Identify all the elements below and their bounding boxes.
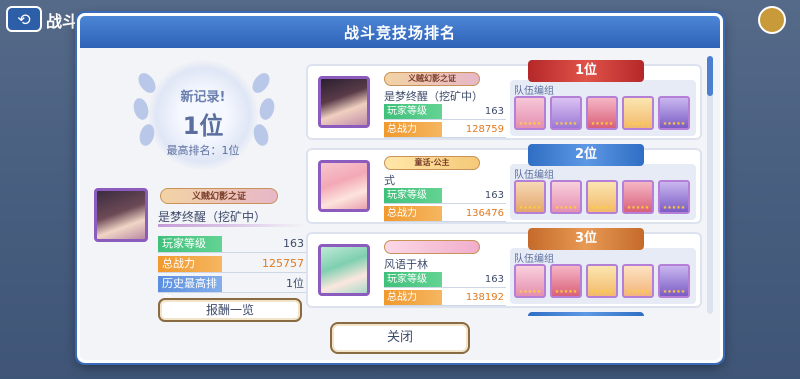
best-rank: 最高排名：1位 xyxy=(166,144,240,157)
unit-portrait[interactable]: ★★★★★ xyxy=(586,180,618,214)
title-badge xyxy=(384,240,480,254)
rank-ribbon: 1位 xyxy=(528,60,644,82)
power-label: 总战力 xyxy=(384,122,442,137)
level-label: 玩家等级 xyxy=(384,104,442,119)
name-underline xyxy=(158,224,306,227)
level-value: 163 xyxy=(484,106,504,117)
power-row: 总战力 136476 xyxy=(384,206,506,222)
unit-portrait[interactable]: ★★★★★ xyxy=(658,264,690,298)
dialog-title: 战斗竞技场排名 xyxy=(80,16,720,48)
my-avatar xyxy=(94,188,148,242)
unit-portrait[interactable]: ★★★★★ xyxy=(658,96,690,130)
my-level-row: 玩家等级 163 xyxy=(158,236,306,253)
power-value: 128759 xyxy=(465,124,504,135)
reward-list-button[interactable]: 报酬一览 xyxy=(158,298,302,322)
unit-portrait[interactable]: ★★★★★ xyxy=(622,264,654,298)
close-button[interactable]: 关闭 xyxy=(330,322,470,354)
menu-button[interactable] xyxy=(758,6,786,34)
unit-portrait[interactable]: ★★★★★ xyxy=(586,264,618,298)
current-rank: 1位 xyxy=(182,112,224,140)
ranking-list[interactable]: 义贼幻影之证 是梦终醒（挖矿中） 玩家等级 163 总战力 128759 队伍编… xyxy=(306,54,702,316)
power-row: 总战力 128759 xyxy=(384,122,506,138)
level-label: 玩家等级 xyxy=(384,272,442,287)
unit-portrait[interactable]: ★★★★★ xyxy=(622,96,654,130)
unit-portrait[interactable]: ★★★★★ xyxy=(550,96,582,130)
team-lineup: 队伍编组 ★★★★★ ★★★★★ ★★★★★ ★★★★★ ★★★★★ xyxy=(510,164,696,220)
my-title-badge: 义贼幻影之证 xyxy=(160,188,278,204)
power-label: 总战力 xyxy=(384,206,442,221)
player-name: 式 xyxy=(384,174,395,187)
level-label: 玩家等级 xyxy=(158,236,222,252)
unit-portrait[interactable]: ★★★★★ xyxy=(622,180,654,214)
level-value: 163 xyxy=(484,274,504,285)
level-label: 玩家等级 xyxy=(384,188,442,203)
my-history-row: 历史最高排名 1位 xyxy=(158,276,306,306)
power-row: 总战力 138192 xyxy=(384,290,506,306)
my-player-name: 是梦终醒（挖矿中） xyxy=(158,210,267,224)
title-badge: 义贼幻影之证 xyxy=(384,72,480,86)
arena-ranking-dialog: 战斗竞技场排名 新记录! 1位 最高排名：1位 义贼幻影之证 是梦终醒（挖矿中）… xyxy=(77,13,723,363)
history-label: 历史最高排名 xyxy=(158,276,222,306)
scrollbar-thumb[interactable] xyxy=(707,56,713,96)
player-name: 风语于林 xyxy=(384,258,428,271)
player-avatar xyxy=(318,160,370,212)
back-arrow-icon: ⟲ xyxy=(17,9,31,29)
team-label: 队伍编组 xyxy=(514,86,554,97)
rank-ribbon: 3位 xyxy=(528,228,644,250)
level-value: 163 xyxy=(484,190,504,201)
team-label: 队伍编组 xyxy=(514,170,554,181)
new-record-label: 新记录! xyxy=(180,90,226,105)
level-row: 玩家等级 163 xyxy=(384,188,506,204)
power-value: 138192 xyxy=(465,292,504,303)
my-power-row: 总战力 125757 xyxy=(158,256,306,273)
screen-title: 战斗 xyxy=(46,12,79,31)
level-row: 玩家等级 163 xyxy=(384,272,506,288)
power-value: 136476 xyxy=(465,208,504,219)
unit-portrait[interactable]: ★★★★★ xyxy=(550,180,582,214)
unit-portrait[interactable]: ★★★★★ xyxy=(658,180,690,214)
power-label: 总战力 xyxy=(384,290,442,305)
team-lineup: 队伍编组 ★★★★★ ★★★★★ ★★★★★ ★★★★★ ★★★★★ xyxy=(510,80,696,136)
rank-ribbon xyxy=(528,312,644,316)
unit-portrait[interactable]: ★★★★★ xyxy=(514,180,546,214)
back-button[interactable]: ⟲ xyxy=(6,6,42,32)
ranking-scrollbar[interactable] xyxy=(707,56,713,314)
player-avatar xyxy=(318,76,370,128)
my-record-panel: 新记录! 1位 最高排名：1位 义贼幻影之证 是梦终醒（挖矿中） 玩家等级 16… xyxy=(88,54,306,322)
unit-portrait[interactable]: ★★★★★ xyxy=(550,264,582,298)
player-name: 是梦终醒（挖矿中） xyxy=(384,90,483,103)
title-badge: 童话·公主 xyxy=(384,156,480,170)
team-lineup: 队伍编组 ★★★★★ ★★★★★ ★★★★★ ★★★★★ ★★★★★ xyxy=(510,248,696,304)
power-label: 总战力 xyxy=(158,256,222,272)
team-label: 队伍编组 xyxy=(514,254,554,265)
unit-portrait[interactable]: ★★★★★ xyxy=(514,96,546,130)
unit-portrait[interactable]: ★★★★★ xyxy=(514,264,546,298)
level-value: 163 xyxy=(283,237,304,250)
player-avatar xyxy=(318,244,370,296)
level-row: 玩家等级 163 xyxy=(384,104,506,120)
power-value: 125757 xyxy=(262,257,304,270)
laurel-leaf-icon xyxy=(257,96,277,122)
unit-portrait[interactable]: ★★★★★ xyxy=(586,96,618,130)
history-value: 1位 xyxy=(286,277,304,290)
rank-ribbon: 2位 xyxy=(528,144,644,166)
